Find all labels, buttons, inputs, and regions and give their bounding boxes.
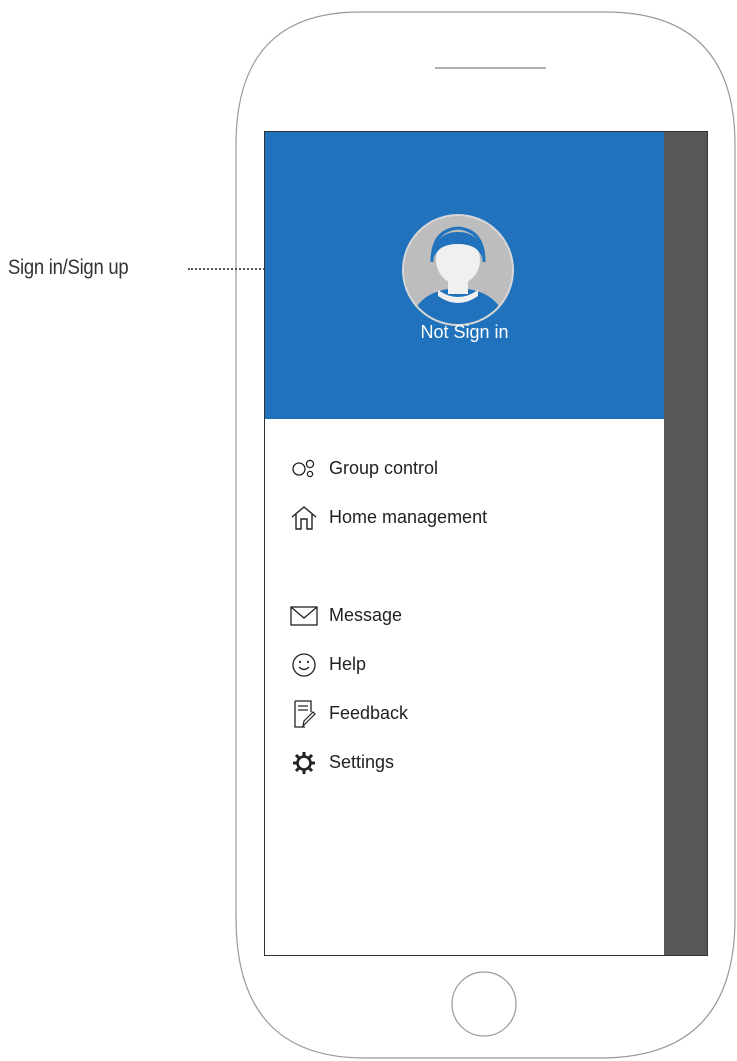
envelope-icon bbox=[289, 601, 319, 631]
menu-item-label: Feedback bbox=[329, 703, 409, 723]
avatar-sign-in-button[interactable] bbox=[402, 214, 514, 326]
smiley-icon bbox=[289, 650, 319, 680]
mockup-canvas: Sign in/Sign up Not Sign in Group contro… bbox=[0, 0, 737, 1061]
home-icon bbox=[289, 503, 319, 533]
menu-item-message[interactable]: Message bbox=[289, 591, 649, 640]
home-button bbox=[451, 971, 517, 1037]
group-control-icon bbox=[289, 454, 319, 484]
menu-item-settings[interactable]: Settings bbox=[289, 738, 649, 787]
avatar-icon bbox=[410, 226, 506, 324]
drawer-header: Not Sign in bbox=[265, 132, 664, 419]
menu-item-label: Settings bbox=[329, 752, 395, 772]
menu-item-label: Help bbox=[329, 654, 367, 674]
menu-item-help[interactable]: Help bbox=[289, 640, 649, 689]
menu-item-label: Home management bbox=[329, 507, 488, 527]
phone-screen: Not Sign in Group control Home managemen… bbox=[264, 131, 708, 956]
feedback-icon bbox=[289, 699, 319, 729]
menu-item-feedback[interactable]: Feedback bbox=[289, 689, 649, 738]
callout-label: Sign in/Sign up bbox=[8, 256, 129, 279]
menu-group-spacer bbox=[289, 542, 649, 591]
menu-item-home-management[interactable]: Home management bbox=[289, 493, 649, 542]
drawer-menu: Group control Home management Message He… bbox=[289, 444, 649, 787]
navigation-drawer: Not Sign in Group control Home managemen… bbox=[265, 132, 664, 955]
gear-icon bbox=[289, 748, 319, 778]
menu-item-label: Group control bbox=[329, 458, 439, 478]
menu-item-group-control[interactable]: Group control bbox=[289, 444, 649, 493]
sign-in-status-text: Not Sign in bbox=[420, 322, 509, 342]
menu-item-label: Message bbox=[329, 605, 403, 625]
drawer-scrim-overlay[interactable] bbox=[664, 132, 707, 955]
